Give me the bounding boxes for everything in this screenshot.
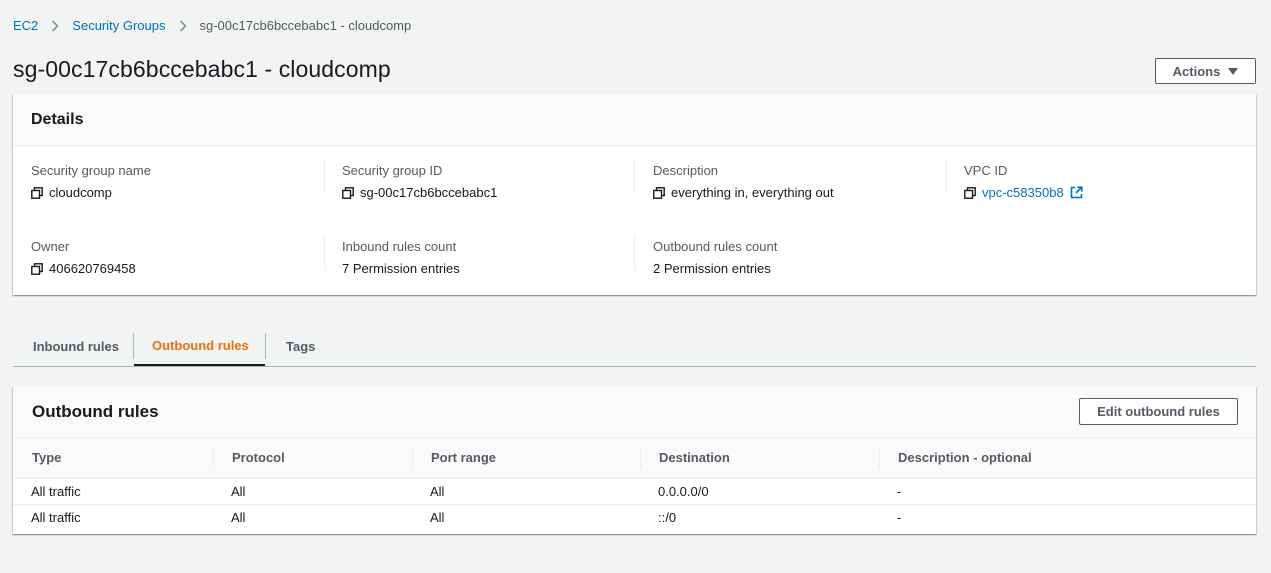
- copy-icon[interactable]: [964, 186, 976, 199]
- caret-down-icon: [1228, 67, 1239, 75]
- chevron-right-icon: [179, 19, 187, 32]
- field-owner: Owner 406620769458: [31, 239, 136, 276]
- cell-destination: 0.0.0.0/0: [640, 478, 879, 505]
- field-security-group-name: Security group name cloudcomp: [31, 163, 151, 200]
- divider: [634, 236, 635, 270]
- actions-button-label: Actions: [1172, 63, 1221, 79]
- tab-outbound-rules[interactable]: Outbound rules: [134, 326, 265, 366]
- field-label: Description: [653, 163, 719, 178]
- cell-protocol: All: [213, 478, 412, 505]
- outbound-rules-panel: Outbound rules Edit outbound rules Type …: [13, 386, 1256, 534]
- field-value: 2 Permission entries: [653, 261, 771, 276]
- copy-icon[interactable]: [31, 186, 43, 199]
- cell-port-range: All: [412, 478, 640, 505]
- cell-destination: ::/0: [658, 509, 677, 525]
- field-vpc-id: VPC ID vpc-c58350b8: [964, 163, 1083, 200]
- tab-bar: Inbound rules Outbound rules Tags: [13, 326, 1256, 367]
- field-description: Description everything in, everything ou…: [653, 163, 834, 200]
- outbound-rules-header: Outbound rules Edit outbound rules: [13, 386, 1256, 438]
- divider: [324, 160, 325, 194]
- field-inbound-rules-count: Inbound rules count 7 Permission entries: [342, 239, 460, 276]
- table-header-row: Type Protocol Port range Destination Des…: [13, 438, 1256, 479]
- details-title: Details: [31, 110, 84, 128]
- field-label: Security group ID: [342, 163, 443, 178]
- field-value: 406620769458: [49, 261, 136, 276]
- field-value: cloudcomp: [49, 185, 112, 200]
- field-security-group-id: Security group ID sg-00c17cb6bccebabc1: [342, 163, 497, 200]
- vpc-id-link[interactable]: vpc-c58350b8: [982, 185, 1064, 200]
- tab-tags[interactable]: Tags: [266, 326, 315, 366]
- field-label: Inbound rules count: [342, 239, 457, 254]
- page-title: sg-00c17cb6bccebabc1 - cloudcomp: [13, 56, 391, 82]
- cell-protocol: All: [231, 509, 246, 525]
- field-value: 7 Permission entries: [342, 261, 460, 276]
- field-value: everything in, everything out: [671, 185, 834, 200]
- column-header-description[interactable]: Description - optional: [879, 438, 1256, 479]
- divider: [634, 160, 635, 194]
- edit-outbound-rules-button[interactable]: Edit outbound rules: [1079, 398, 1238, 425]
- breadcrumb: EC2 Security Groups sg-00c17cb6bccebabc1…: [13, 18, 411, 33]
- field-label: Security group name: [31, 163, 151, 178]
- breadcrumb-link-security-groups[interactable]: Security Groups: [72, 18, 165, 33]
- details-header: Details: [13, 94, 1256, 146]
- copy-icon[interactable]: [653, 186, 665, 199]
- breadcrumb-current: sg-00c17cb6bccebabc1 - cloudcomp: [199, 18, 412, 33]
- outbound-rules-title: Outbound rules: [32, 401, 159, 421]
- cell-description: -: [897, 509, 902, 525]
- column-header-destination[interactable]: Destination: [640, 438, 879, 479]
- column-header-type[interactable]: Type: [13, 438, 213, 479]
- divider: [946, 160, 947, 194]
- field-outbound-rules-count: Outbound rules count 2 Permission entrie…: [653, 239, 777, 276]
- cell-port-range: All: [430, 509, 445, 525]
- copy-icon[interactable]: [31, 262, 43, 275]
- breadcrumb-link-ec2[interactable]: EC2: [13, 18, 38, 33]
- field-value: sg-00c17cb6bccebabc1: [360, 185, 498, 200]
- field-label: Outbound rules count: [653, 239, 778, 254]
- actions-button[interactable]: Actions: [1155, 58, 1256, 84]
- column-header-protocol[interactable]: Protocol: [213, 438, 412, 479]
- details-panel: Details Security group name cloudcomp Se…: [13, 94, 1256, 295]
- outbound-rules-table: Type Protocol Port range Destination Des…: [13, 438, 1256, 530]
- cell-type: All traffic: [31, 509, 81, 525]
- field-label: Owner: [31, 239, 70, 254]
- table-row: All traffic All All ::/0 -: [13, 504, 1256, 530]
- tab-inbound-rules[interactable]: Inbound rules: [13, 326, 133, 366]
- table-row: All traffic All All 0.0.0.0/0 -: [13, 478, 1256, 505]
- column-header-port-range[interactable]: Port range: [412, 438, 640, 479]
- cell-description: -: [879, 478, 1256, 505]
- divider: [324, 236, 325, 270]
- chevron-right-icon: [51, 19, 59, 32]
- external-link-icon[interactable]: [1070, 186, 1083, 199]
- field-label: VPC ID: [964, 163, 1008, 178]
- copy-icon[interactable]: [342, 186, 354, 199]
- cell-type: All traffic: [13, 478, 213, 505]
